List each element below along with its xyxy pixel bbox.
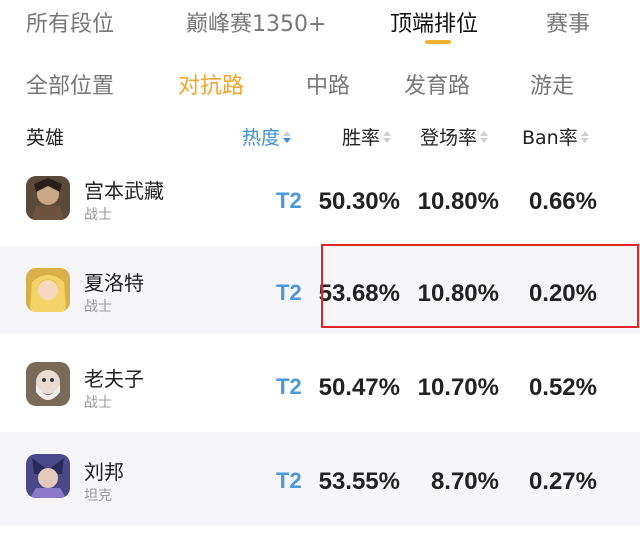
header-ban-rate[interactable]: Ban率: [522, 123, 589, 150]
tab-top-rank[interactable]: 顶端排位: [390, 6, 478, 38]
sort-arrows-icon: [480, 130, 489, 143]
tier-badge: T2: [276, 468, 302, 493]
pick-rate-value: 10.70%: [417, 374, 499, 401]
tier-badge: T2: [276, 374, 302, 399]
hero-avatar-icon: [26, 362, 70, 406]
sort-arrows-icon: [580, 130, 589, 143]
highlight-box: [321, 244, 639, 328]
sort-arrows-icon: [383, 130, 392, 143]
tab-farm-lane[interactable]: 发育路: [404, 68, 470, 100]
top-tab-bar: 所有段位 巅峰赛1350+ 顶端排位 赛事: [0, 0, 640, 50]
header-pick-rate[interactable]: 登场率: [420, 123, 489, 150]
pick-rate-value: 10.80%: [417, 188, 499, 215]
hero-role: 战士: [84, 299, 112, 315]
hero-name: 夏洛特: [84, 271, 144, 295]
hero-avatar-icon: [26, 176, 70, 220]
ban-rate-value: 0.27%: [528, 468, 597, 495]
ban-rate-value: 0.66%: [528, 188, 597, 215]
win-rate-value: 53.55%: [318, 468, 400, 495]
pick-rate-value: 8.70%: [430, 468, 499, 495]
table-row[interactable]: 老夫子 战士 T2 50.47% 10.70% 0.52%: [0, 336, 640, 424]
tab-peak-1350[interactable]: 巅峰赛1350+: [186, 6, 326, 38]
header-win-rate[interactable]: 胜率: [342, 123, 392, 150]
tab-clash-lane[interactable]: 对抗路: [178, 68, 244, 100]
hero-role: 战士: [84, 207, 112, 223]
hero-avatar-icon: [26, 454, 70, 498]
active-tab-indicator: [425, 40, 451, 44]
ban-rate-value: 0.52%: [528, 374, 597, 401]
header-hero: 英雄: [26, 127, 65, 149]
hero-name: 刘邦: [84, 460, 124, 484]
tab-events[interactable]: 赛事: [546, 6, 590, 38]
tier-badge: T2: [276, 188, 302, 213]
sort-arrows-icon: [283, 130, 292, 143]
tab-all-positions[interactable]: 全部位置: [26, 68, 114, 100]
position-tab-bar: 全部位置 对抗路 中路 发育路 游走: [0, 62, 640, 106]
header-heat[interactable]: 热度: [242, 123, 292, 150]
hero-role: 坦克: [84, 488, 112, 504]
hero-avatar-icon: [26, 268, 70, 312]
tier-badge: T2: [276, 280, 302, 305]
win-rate-value: 50.30%: [318, 188, 400, 215]
table-row[interactable]: 刘邦 坦克 T2 53.55% 8.70% 0.27%: [0, 432, 640, 526]
tab-all-ranks[interactable]: 所有段位: [26, 6, 114, 38]
hero-name: 宫本武藏: [84, 179, 164, 203]
win-rate-value: 50.47%: [318, 374, 400, 401]
table-row[interactable]: 宫本武藏 战士 T2 50.30% 10.80% 0.66%: [0, 158, 640, 246]
tab-mid-lane[interactable]: 中路: [306, 68, 350, 100]
tab-roam[interactable]: 游走: [530, 68, 574, 100]
table-header: 英雄 热度 胜率 登场率 Ban率: [0, 118, 640, 154]
hero-name: 老夫子: [84, 367, 144, 391]
hero-role: 战士: [84, 395, 112, 411]
